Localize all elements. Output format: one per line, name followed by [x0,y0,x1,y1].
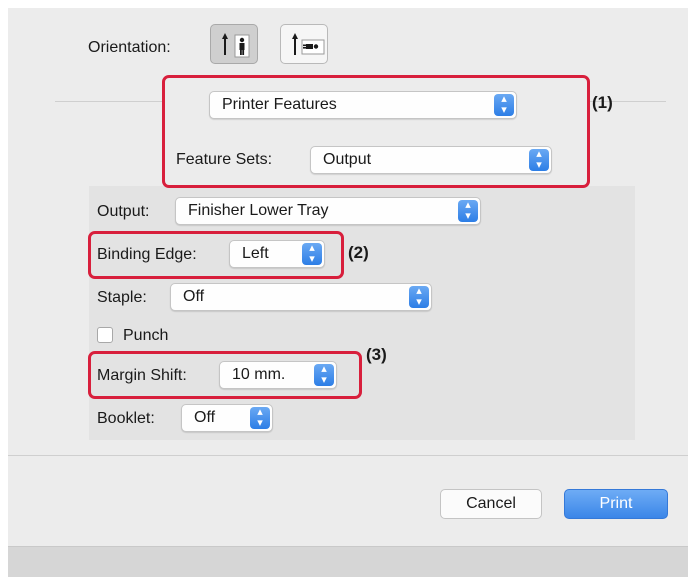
staple-value: Off [183,288,205,305]
landscape-orientation-icon [292,33,325,55]
separator-bottom [8,455,688,456]
portrait-orientation-icon [222,33,250,58]
updown-chevron-icon: ▴ ▾ [250,407,270,429]
updown-chevron-icon: ▴ ▾ [409,286,429,308]
punch-checkbox[interactable] [97,327,113,343]
orientation-label: Orientation: [88,39,171,56]
staple-label: Staple: [97,289,147,306]
output-label: Output: [97,203,150,220]
portrait-orientation-button[interactable] [210,24,258,64]
window-bottom-edge [8,546,688,577]
output-value: Finisher Lower Tray [188,202,329,219]
highlight-box-1 [162,75,590,188]
output-popup[interactable]: Finisher Lower Tray ▴ ▾ [175,197,481,225]
cancel-button[interactable]: Cancel [440,489,542,519]
landscape-orientation-button[interactable] [280,24,328,64]
highlight-box-2 [88,231,344,279]
booklet-popup[interactable]: Off ▴ ▾ [181,404,273,432]
print-button[interactable]: Print [564,489,668,519]
callout-3: (3) [366,345,387,364]
highlight-box-3 [88,351,362,399]
callout-2: (2) [348,243,369,262]
updown-chevron-icon: ▴ ▾ [458,200,478,222]
booklet-label: Booklet: [97,410,155,427]
staple-popup[interactable]: Off ▴ ▾ [170,283,432,311]
booklet-value: Off [194,409,216,426]
punch-label: Punch [123,327,169,344]
separator-left [55,101,165,102]
callout-1: (1) [592,93,613,112]
